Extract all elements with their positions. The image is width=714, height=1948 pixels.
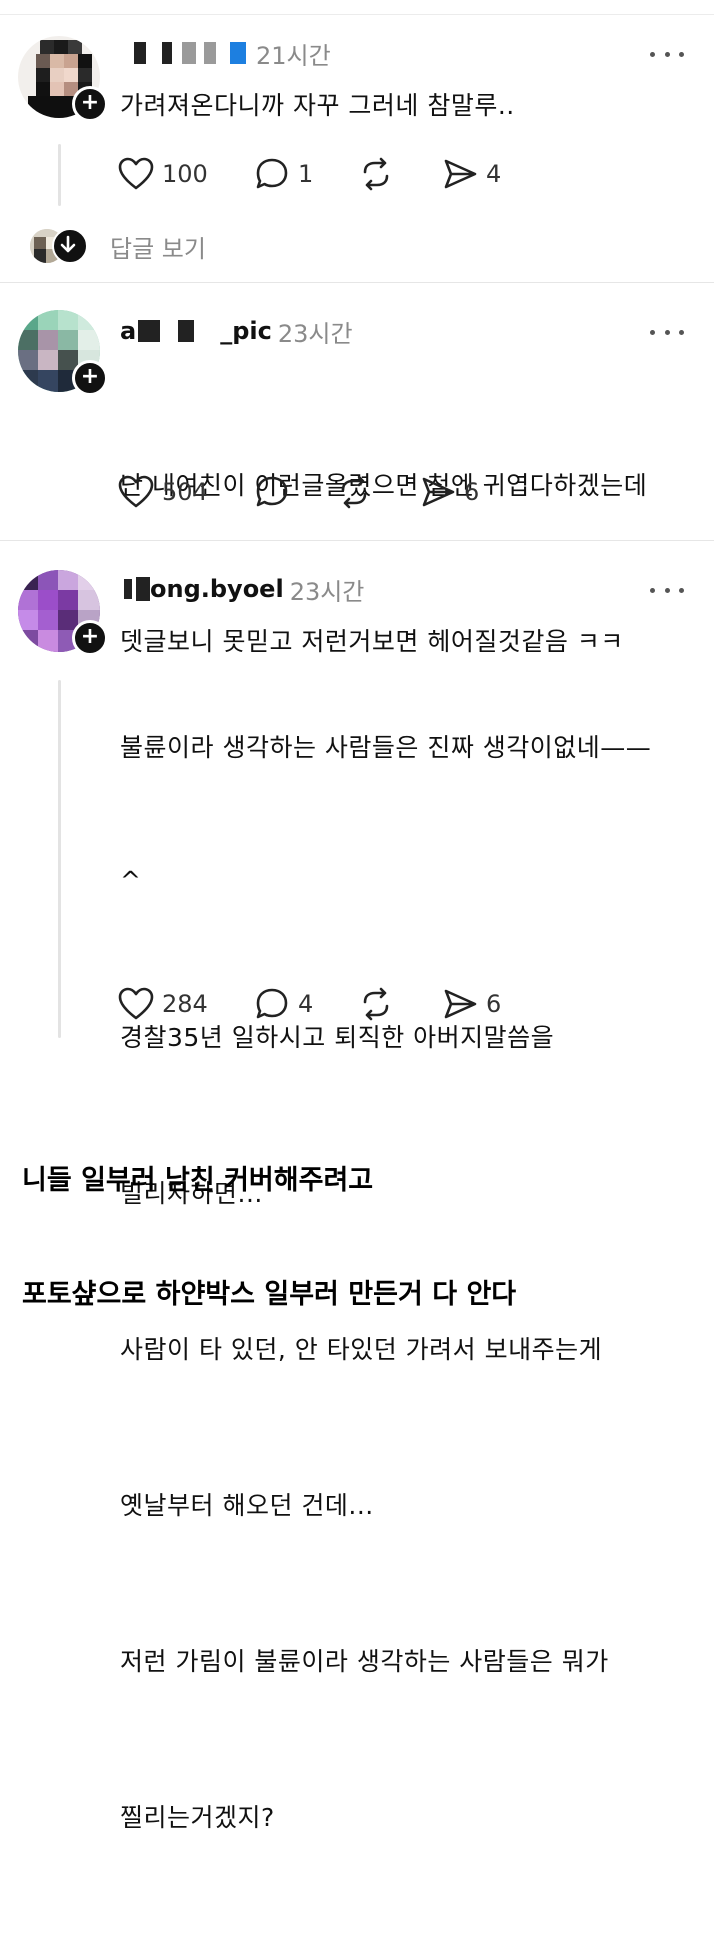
heart-icon [118, 157, 154, 190]
username-prefix: a [120, 317, 137, 345]
post-text: 가려져온다니까 자꾸 그러네 참말루.. [120, 80, 515, 132]
thread-line [58, 680, 61, 1038]
follow-plus-icon[interactable]: + [72, 360, 108, 396]
reply-arrow-icon [52, 228, 88, 264]
username-mask [162, 42, 172, 64]
comment-button[interactable]: 1 [254, 154, 313, 194]
username-suffix: ong.byoel [150, 575, 284, 603]
comment-button[interactable]: 4 [254, 984, 313, 1024]
caption: 니들 일부러 남친 커버해주려고 포토샾으로 하얀박스 일부러 만든거 다 안다 [22, 1086, 516, 1352]
repost-button[interactable] [358, 154, 394, 194]
post-line: 찔리는거겠지? [120, 1803, 275, 1832]
post-line: 옛날부터 해오던 건데... [120, 1491, 374, 1520]
heart-icon [118, 987, 154, 1020]
share-icon [444, 159, 477, 189]
share-count: 6 [464, 478, 480, 506]
username-mask [136, 577, 150, 601]
comment-count: 1 [298, 160, 314, 188]
avatar-wrap[interactable]: + [18, 570, 108, 656]
post-time: 23시간 [277, 319, 353, 348]
post-line: 가려져온다니까 자꾸 그러네 참말루.. [120, 91, 515, 120]
like-count: 504 [162, 478, 208, 506]
post-time: 21시간 [256, 41, 331, 70]
username-mask [124, 579, 132, 599]
post-line: 불륜이라 생각하는 사람들은 진짜 생각이없네—— [120, 733, 652, 762]
repost-button[interactable] [336, 472, 372, 512]
repost-button[interactable] [358, 984, 394, 1024]
username-mask [182, 42, 196, 64]
post-header: ong.byoel 23시간 [120, 572, 364, 606]
post-divider [0, 282, 714, 283]
like-button[interactable]: 284 [118, 984, 208, 1024]
follow-plus-icon[interactable]: + [72, 620, 108, 656]
avatar-wrap[interactable]: + [18, 36, 108, 122]
view-replies-label: 답글 보기 [110, 234, 206, 263]
top-divider [0, 14, 714, 15]
share-count: 6 [486, 990, 502, 1018]
caption-line: 포토샾으로 하얀박스 일부러 만든거 다 안다 [22, 1279, 517, 1310]
like-count: 100 [162, 160, 208, 188]
post-line: ^ [120, 866, 142, 895]
share-icon [444, 989, 477, 1019]
repost-icon [363, 987, 389, 1021]
comment-button[interactable] [254, 472, 290, 512]
like-count: 284 [162, 990, 208, 1018]
like-button[interactable]: 504 [118, 472, 208, 512]
comment-icon [256, 476, 288, 507]
share-count: 4 [486, 160, 502, 188]
repost-icon [363, 157, 389, 191]
comment-icon [256, 158, 288, 189]
post-time: 23시간 [289, 577, 365, 606]
like-button[interactable]: 100 [118, 154, 208, 194]
thread-line [58, 144, 61, 206]
username-mask [178, 320, 195, 342]
more-icon[interactable] [650, 42, 684, 66]
post-line: 저런 가림이 불륜이라 생각하는 사람들은 뭐가 [120, 1647, 609, 1676]
username-mask [230, 42, 246, 64]
username-suffix: _pic [220, 317, 272, 345]
share-icon [422, 477, 455, 507]
comment-icon [256, 988, 288, 1019]
view-replies[interactable]: 답글 보기 [30, 222, 206, 270]
caption-line: 니들 일부러 남친 커버해주려고 [22, 1165, 374, 1196]
share-button[interactable]: 4 [442, 154, 501, 194]
heart-icon [118, 475, 154, 508]
username-mask [138, 320, 161, 342]
username-mask [204, 42, 216, 64]
share-button[interactable]: 6 [420, 472, 479, 512]
post-header: 21시간 [120, 36, 331, 70]
avatar-wrap[interactable]: + [18, 310, 108, 396]
repost-icon [341, 475, 367, 509]
post-divider [0, 540, 714, 541]
follow-plus-icon[interactable]: + [72, 86, 108, 122]
comment-count: 4 [298, 990, 314, 1018]
username-mask [134, 42, 146, 64]
share-button[interactable]: 6 [442, 984, 501, 1024]
more-icon[interactable] [650, 320, 684, 344]
more-icon[interactable] [650, 578, 684, 602]
post-header: a _pic 23시간 [120, 314, 353, 348]
